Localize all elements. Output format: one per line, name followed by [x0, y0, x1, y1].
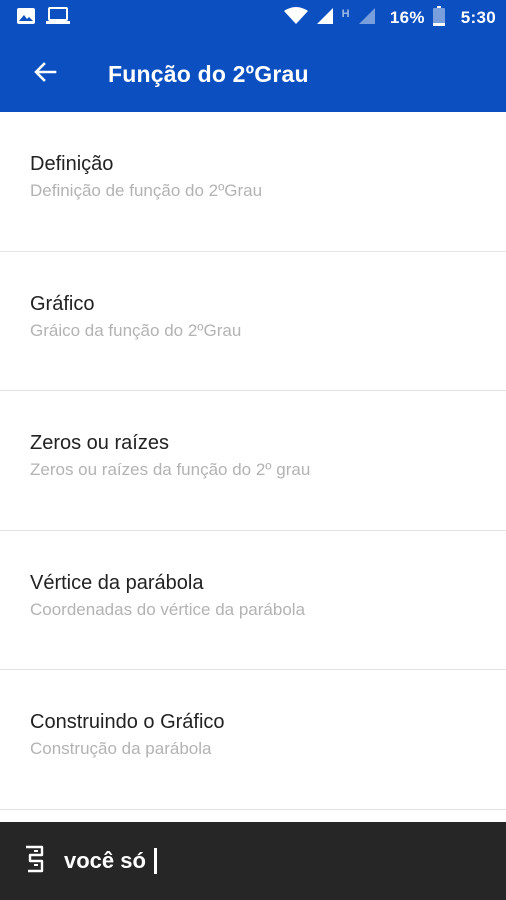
signal-icon [316, 7, 334, 30]
network-type: H [341, 7, 350, 20]
list-item-subtitle: Definição de função do 2ºGrau [30, 181, 263, 200]
laptop-icon [46, 6, 70, 30]
list-item-zeros[interactable]: Zeros ou raízes Zeros ou raízes da funçã… [0, 391, 506, 531]
list-item-title: Zeros ou raízes [30, 432, 169, 455]
back-button[interactable] [0, 36, 80, 112]
promo-banner[interactable]: você só [0, 822, 506, 900]
banner-logo-icon [22, 843, 48, 880]
list-item-grafico[interactable]: Gráfico Gráico da função do 2ºGrau [0, 252, 506, 392]
signal-weak-icon [358, 7, 376, 30]
text-cursor [153, 848, 157, 874]
arrow-back-icon [33, 60, 57, 89]
list-item-title: Vértice da parábola [30, 571, 204, 594]
clock: 5:30 [460, 8, 496, 27]
battery-percent: 16% [389, 8, 425, 27]
list-item-title: Definição [30, 153, 114, 175]
list-item-definicao[interactable]: Definição Definição de função do 2ºGrau [0, 112, 506, 252]
banner-text: você só [64, 848, 146, 873]
list-item-subtitle: Construção da parábola [30, 739, 212, 759]
list-item-subtitle: Zeros ou raízes da função do 2º grau [30, 460, 311, 480]
list-item-title: Gráfico [30, 292, 95, 315]
battery-icon [432, 5, 445, 31]
list-item-construindo[interactable]: Construindo o Gráfico Construção da pará… [0, 670, 506, 810]
list-item-vertice[interactable]: Vértice da parábola Coordenadas do vérti… [0, 531, 506, 671]
topic-list: Definição Definição de função do 2ºGrau … [0, 112, 506, 810]
page-title: Função do 2ºGrau [108, 60, 309, 87]
wifi-icon [283, 6, 308, 30]
list-item-subtitle: Gráico da função do 2ºGrau [30, 320, 242, 340]
app-bar: Função do 2ºGrau [0, 36, 506, 112]
image-icon [16, 7, 36, 30]
list-item-title: Construindo o Gráfico [30, 711, 225, 734]
status-bar: H 16% 5:30 [0, 0, 506, 36]
list-item-subtitle: Coordenadas do vértice da parábola [30, 599, 306, 619]
